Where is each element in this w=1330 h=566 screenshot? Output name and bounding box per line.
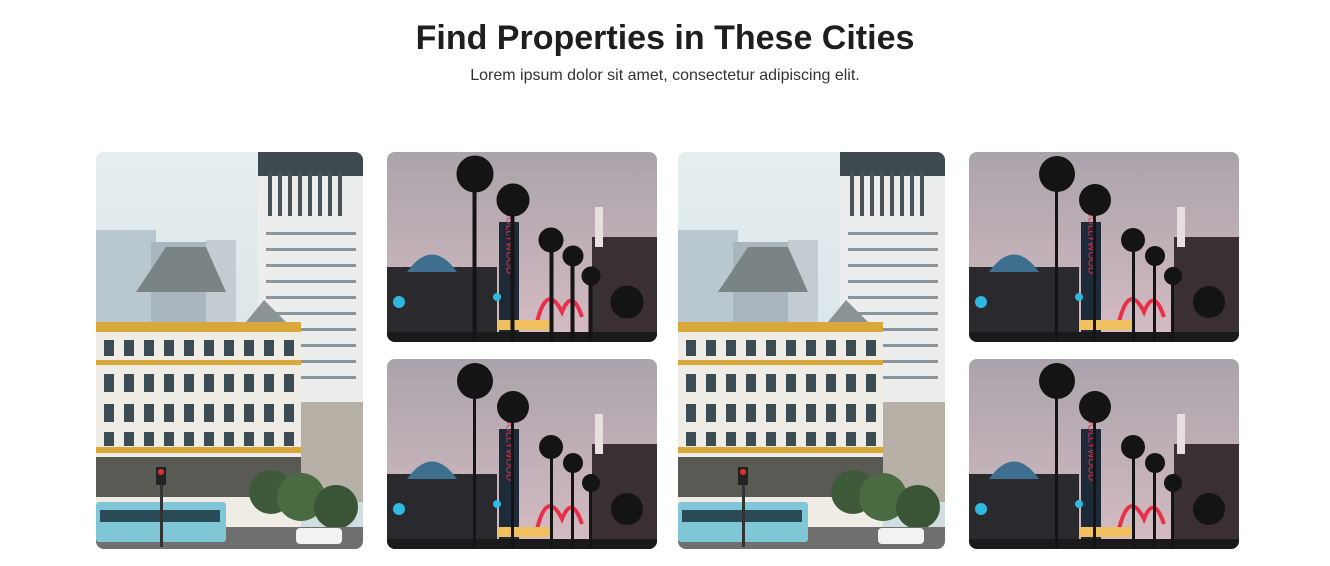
city-card-5[interactable]: HOLLYWOOD [969, 152, 1239, 342]
hollywood-image: HOLLYWOOD [387, 152, 657, 342]
city-card-3[interactable]: HOLLYWOOD [387, 359, 657, 549]
section-subtitle: Lorem ipsum dolor sit amet, consectetur … [470, 67, 860, 84]
city-card-1[interactable] [96, 152, 363, 549]
hollywood-image: HOLLYWOOD [969, 152, 1239, 342]
city-card-4[interactable] [678, 152, 945, 549]
hollywood-image: HOLLYWOOD [969, 359, 1239, 549]
hollywood-image: HOLLYWOOD [387, 359, 657, 549]
section-title: Find Properties in These Cities [415, 19, 915, 57]
city-card-2[interactable]: HOLLYWOOD [387, 152, 657, 342]
city-buildings-image [96, 152, 363, 549]
city-buildings-image [678, 152, 945, 549]
city-card-6[interactable]: HOLLYWOOD [969, 359, 1239, 549]
